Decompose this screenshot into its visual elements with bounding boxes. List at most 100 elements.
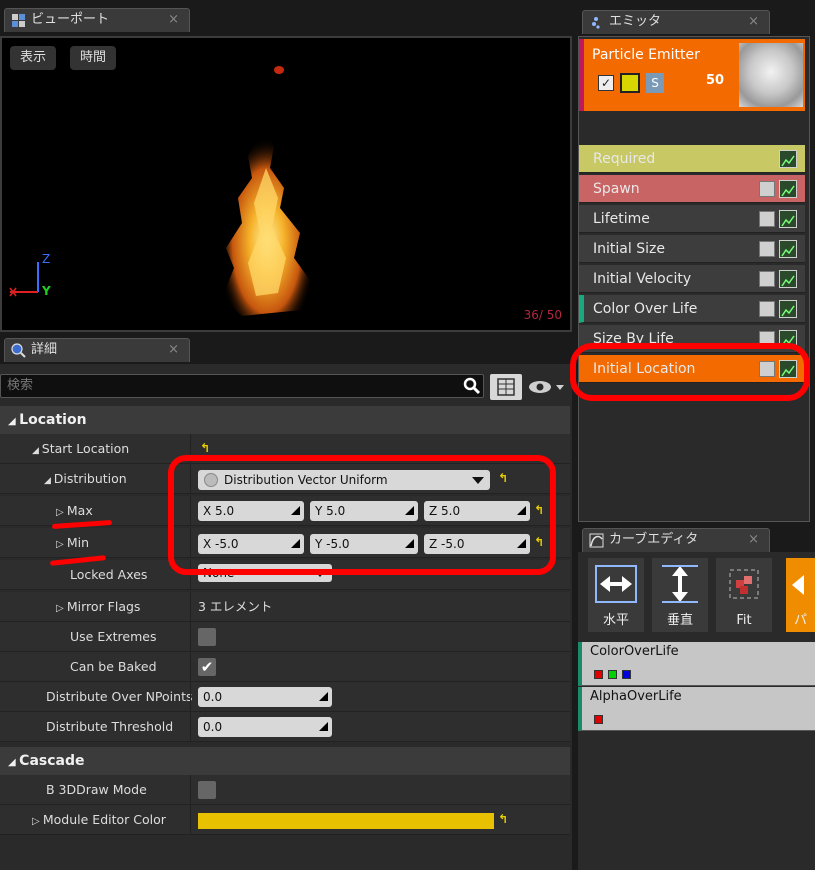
mirror-flags-label[interactable]: ▷ Mirror Flags (56, 592, 140, 624)
search-input[interactable]: 検索 (0, 374, 484, 398)
module-item[interactable]: Initial Size (579, 235, 805, 263)
module-enable-checkbox[interactable] (759, 271, 775, 287)
editor-color-swatch[interactable] (198, 813, 494, 829)
close-icon[interactable]: × (168, 9, 179, 31)
use-extremes-row: Use Extremes (0, 622, 570, 652)
module-enable-checkbox[interactable] (759, 211, 775, 227)
cascade-section-header[interactable]: ◢ Cascade (0, 747, 570, 775)
module-label: Initial Velocity (593, 271, 692, 287)
emitter-tab-label: エミッタ (609, 14, 662, 29)
curve-editor-panel: 水平 垂直 Fit パ ColorOverLife AlphaOverLife (578, 552, 815, 870)
fit-button[interactable]: Fit (716, 558, 772, 632)
module-enable-checkbox[interactable] (759, 301, 775, 317)
module-graph-icon[interactable] (779, 300, 797, 318)
module-label: Initial Size (593, 241, 665, 257)
details-tab[interactable]: 詳細 × (4, 338, 190, 362)
can-be-baked-checkbox[interactable]: ✔ (198, 658, 216, 676)
emitter-icon (592, 17, 600, 29)
mirror-flags-value: 3 エレメント (198, 599, 273, 614)
search-icon[interactable] (463, 377, 481, 395)
module-item[interactable]: Initial Velocity (579, 265, 805, 293)
module-item[interactable]: Required (579, 145, 805, 173)
module-graph-icon[interactable] (779, 150, 797, 168)
blue-channel-icon[interactable] (622, 670, 631, 679)
vertical-fit-label: 垂直 (666, 613, 693, 628)
editor-color-label[interactable]: ▷ Module Editor Color (32, 805, 166, 837)
red-channel-icon[interactable] (594, 670, 603, 679)
curve-item-alpha-over-life[interactable]: AlphaOverLife (578, 687, 815, 731)
alpha-channel-icon[interactable] (594, 715, 603, 724)
module-label: Lifetime (593, 211, 650, 227)
module-graph-icon[interactable] (779, 210, 797, 228)
emitter-tab[interactable]: エミッタ × (582, 10, 770, 34)
collapse-arrow-icon: ◢ (8, 416, 20, 427)
render-mode-icon[interactable] (620, 73, 640, 93)
axis-z-label: Z (42, 252, 51, 266)
distribute-threshold-row: Distribute Threshold 0.0 (0, 712, 570, 742)
module-graph-icon[interactable] (779, 270, 797, 288)
distribute-over-field[interactable]: 0.0 (198, 687, 332, 707)
time-button[interactable]: 時間 (70, 46, 116, 70)
reset-arrow-icon[interactable]: ↰ (498, 812, 508, 826)
min-label[interactable]: ▷ Min (56, 528, 89, 560)
module-label: Required (593, 151, 656, 167)
distribute-threshold-field[interactable]: 0.0 (198, 717, 332, 737)
use-extremes-label: Use Extremes (70, 629, 157, 644)
module-item[interactable]: Color Over Life (579, 295, 805, 323)
pan-label: パ (793, 613, 807, 628)
emitter-panel: Particle Emitter ✓ S 50 Required Spawn Lif… (578, 36, 810, 522)
solo-button[interactable]: S (646, 73, 664, 93)
curve-label: AlphaOverLife (590, 689, 682, 704)
draw-mode-row: B 3DDraw Mode (0, 775, 570, 805)
module-label: Color Over Life (593, 301, 698, 317)
close-icon[interactable]: × (748, 529, 759, 551)
viewport-grid-icon (12, 14, 25, 27)
location-section-header[interactable]: ◢ Location (0, 406, 570, 434)
details-panel: 検索 ◢ Location ◢ Start Location ↰ ◢ Distr… (0, 364, 572, 870)
reset-arrow-icon[interactable]: ↰ (200, 441, 210, 455)
mirror-flags-row: ▷ Mirror Flags 3 エレメント (0, 592, 570, 622)
viewport-panel[interactable]: 表示 時間 Z Y 36/ 50 (0, 36, 572, 332)
green-channel-icon[interactable] (608, 670, 617, 679)
module-item[interactable]: Lifetime (579, 205, 805, 233)
curve-item-color-over-life[interactable]: ColorOverLife (578, 642, 815, 686)
module-enable-checkbox[interactable] (759, 241, 775, 257)
curve-editor-tab[interactable]: カーブエディタ × (582, 528, 770, 552)
horizontal-fit-button[interactable]: 水平 (588, 558, 644, 632)
vertical-arrows-icon (662, 565, 698, 603)
locked-axes-label: Locked Axes (70, 567, 148, 582)
can-be-baked-label: Can be Baked (70, 659, 157, 674)
distribution-label: ◢ Distribution (44, 471, 127, 486)
distribute-over-row: Distribute Over NPoints 0.0 (0, 682, 570, 712)
emitter-header[interactable]: Particle Emitter ✓ S 50 (579, 39, 805, 111)
module-graph-icon[interactable] (779, 180, 797, 198)
emitter-thumbnail (739, 43, 803, 107)
module-enable-checkbox[interactable] (759, 181, 775, 197)
info-magnifier-icon (11, 343, 26, 358)
viewport-tab[interactable]: ビューポート × (4, 8, 190, 32)
collapse-arrow-icon: ◢ (8, 757, 20, 768)
distribute-threshold-label: Distribute Threshold (46, 719, 174, 734)
close-icon[interactable]: × (168, 339, 179, 361)
curve-icon (589, 533, 604, 548)
close-icon[interactable]: × (748, 11, 759, 33)
show-button[interactable]: 表示 (10, 46, 56, 70)
visibility-eye-icon[interactable] (528, 378, 566, 396)
vertical-fit-button[interactable]: 垂直 (652, 558, 708, 632)
start-location-label: ◢ Start Location (32, 441, 130, 456)
fit-label: Fit (736, 613, 752, 628)
module-label: Spawn (593, 181, 640, 197)
pan-button[interactable]: パ (786, 558, 815, 632)
use-extremes-checkbox[interactable] (198, 628, 216, 646)
property-matrix-icon[interactable] (490, 374, 522, 400)
module-graph-icon[interactable] (779, 240, 797, 258)
annotation-box-initial-location (570, 343, 810, 401)
module-item[interactable]: Spawn (579, 175, 805, 203)
particle-fire-preview (222, 66, 312, 316)
axis-y-label: Y (42, 284, 51, 298)
emitter-enable-checkbox[interactable]: ✓ (598, 75, 614, 91)
curve-label: ColorOverLife (590, 644, 679, 659)
draw-mode-checkbox[interactable] (198, 781, 216, 799)
details-tab-label: 詳細 (31, 342, 58, 357)
section-title: Location (19, 412, 87, 428)
